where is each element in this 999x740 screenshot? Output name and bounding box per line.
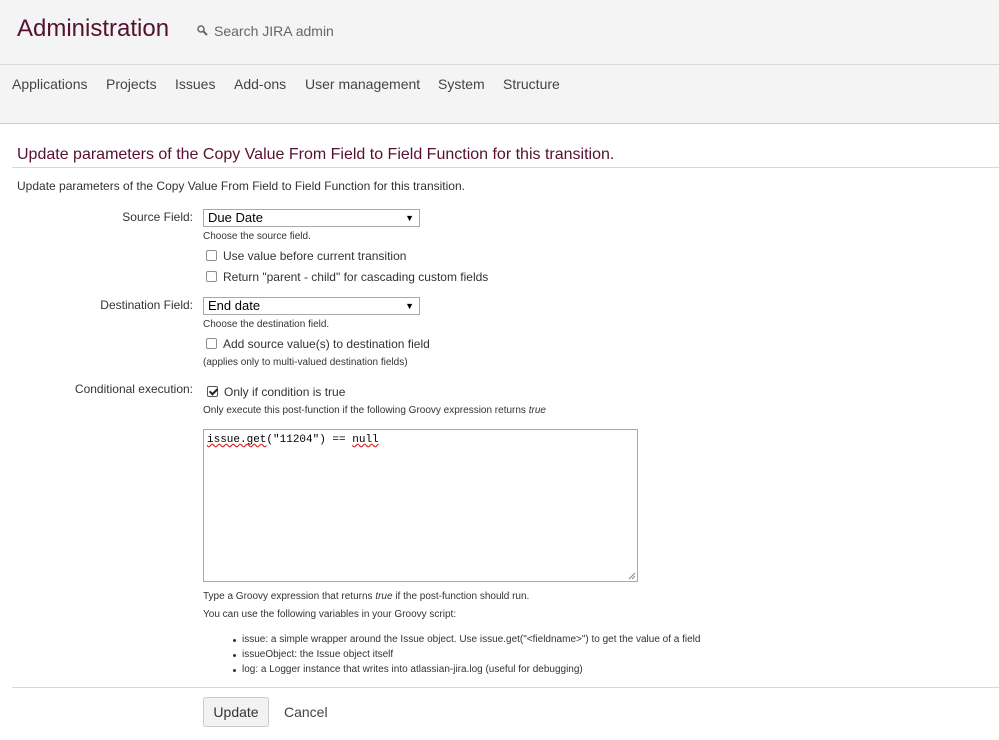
dropdown-arrow-icon: ▼ xyxy=(405,301,414,311)
admin-search[interactable] xyxy=(196,22,414,40)
add-source-value-option[interactable]: Add source value(s) to destination field xyxy=(206,337,430,351)
cascading-option[interactable]: Return "parent - child" for cascading cu… xyxy=(206,270,488,284)
expression-help: Type a Groovy expression that returns tr… xyxy=(203,591,530,602)
condition-checkbox-label: Only if condition is true xyxy=(224,385,346,399)
list-item: issue: a simple wrapper around the Issue… xyxy=(232,633,700,648)
source-field-select[interactable]: Due Date ▼ xyxy=(203,209,420,227)
variables-list: issue: a simple wrapper around the Issue… xyxy=(232,633,700,678)
add-source-value-label: Add source value(s) to destination field xyxy=(223,337,430,351)
nav-applications[interactable]: Applications xyxy=(12,76,88,92)
page-title: Update parameters of the Copy Value From… xyxy=(17,146,615,163)
source-field-label: Source Field: xyxy=(122,210,193,224)
source-field-value: Due Date xyxy=(208,210,263,225)
use-value-before-label: Use value before current transition xyxy=(223,249,407,263)
title-divider xyxy=(12,167,999,168)
conditional-execution-label: Conditional execution: xyxy=(74,382,193,396)
add-source-value-hint: (applies only to multi-valued destinatio… xyxy=(203,357,408,368)
nav-issues[interactable]: Issues xyxy=(175,76,215,92)
destination-field-label: Destination Field: xyxy=(100,298,193,312)
admin-title: Administration xyxy=(17,15,170,42)
nav-add-ons[interactable]: Add-ons xyxy=(234,76,286,92)
search-input[interactable] xyxy=(214,23,414,39)
cascading-label: Return "parent - child" for cascading cu… xyxy=(223,270,489,284)
destination-field-select[interactable]: End date ▼ xyxy=(203,297,420,315)
variables-intro: You can use the following variables in y… xyxy=(203,609,457,620)
search-icon xyxy=(197,25,208,36)
add-source-value-checkbox[interactable] xyxy=(206,337,217,349)
resize-grip-icon[interactable] xyxy=(628,572,636,580)
list-item: issueObject: the Issue object itself xyxy=(232,648,700,663)
condition-option[interactable]: Only if condition is true xyxy=(207,385,345,399)
condition-checkbox[interactable] xyxy=(207,385,218,397)
page-description: Update parameters of the Copy Value From… xyxy=(17,179,465,193)
nav-system[interactable]: System xyxy=(438,76,485,92)
admin-nav: Applications Projects Issues Add-ons Use… xyxy=(0,65,999,124)
admin-header: Administration xyxy=(0,0,999,65)
cascading-checkbox[interactable] xyxy=(206,270,217,282)
nav-projects[interactable]: Projects xyxy=(106,76,157,92)
condition-hint: Only execute this post-function if the f… xyxy=(203,405,546,416)
nav-structure[interactable]: Structure xyxy=(503,76,560,92)
destination-field-hint: Choose the destination field. xyxy=(203,319,330,330)
form-divider xyxy=(12,687,999,688)
update-button[interactable]: Update xyxy=(203,697,269,727)
destination-field-value: End date xyxy=(208,298,261,313)
list-item: log: a Logger instance that writes into … xyxy=(232,663,700,678)
dropdown-arrow-icon: ▼ xyxy=(405,213,414,223)
use-value-before-option[interactable]: Use value before current transition xyxy=(206,249,406,263)
nav-user-management[interactable]: User management xyxy=(305,76,420,92)
use-value-before-checkbox[interactable] xyxy=(206,249,217,261)
source-field-hint: Choose the source field. xyxy=(203,231,311,242)
cancel-link[interactable]: Cancel xyxy=(284,704,328,720)
groovy-expression-textarea[interactable]: issue.get("11204") == null xyxy=(203,429,638,582)
